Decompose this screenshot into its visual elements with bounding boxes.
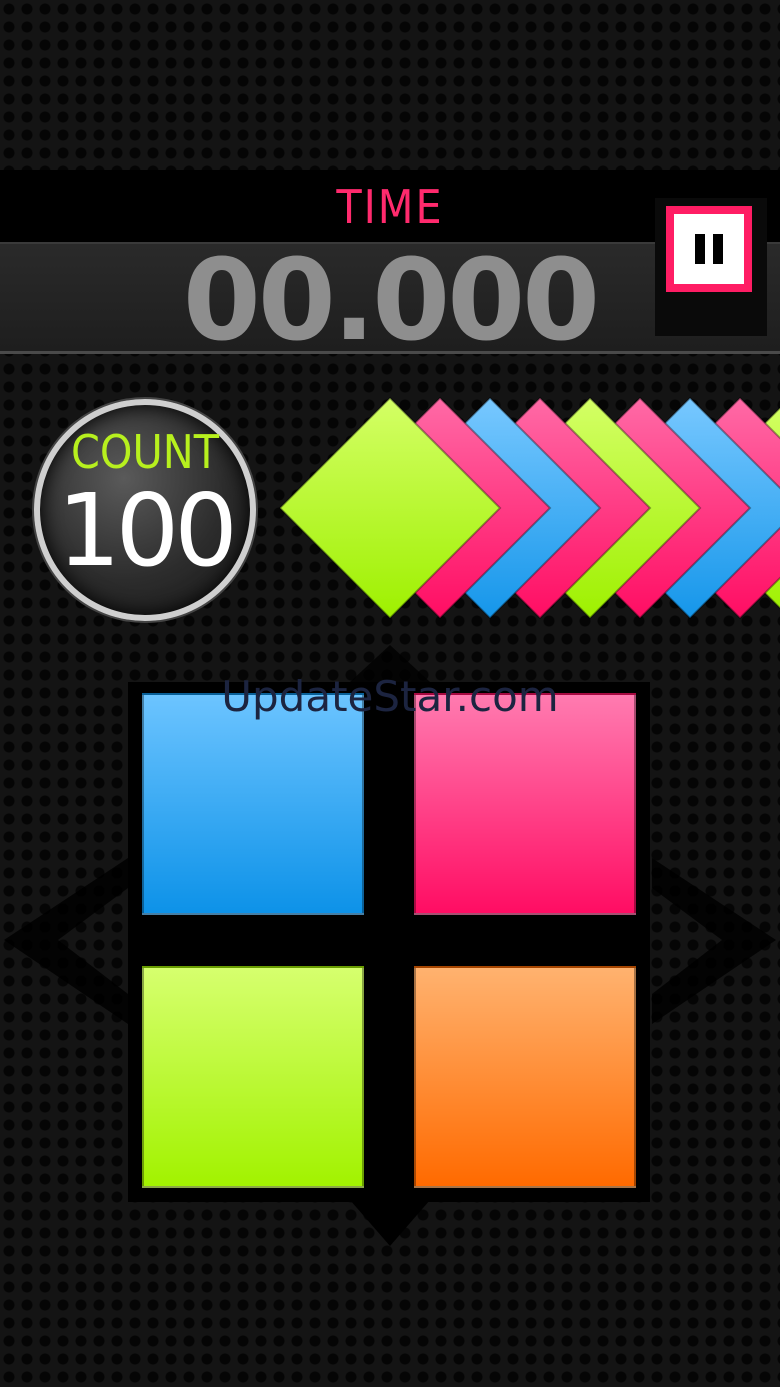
chevron-left-icon (4, 858, 128, 1024)
queue-tile-pink (328, 396, 552, 620)
bottom-notch (350, 1200, 430, 1246)
queue-tile-blue (578, 396, 780, 620)
pad-green[interactable] (142, 966, 364, 1188)
queue-tile-pink (628, 396, 780, 620)
queue-tile-pink (428, 396, 652, 620)
pause-icon (695, 234, 723, 264)
pause-button[interactable] (666, 206, 752, 292)
queue-tile-green (678, 406, 780, 610)
pad-blue[interactable] (142, 693, 364, 915)
top-strip (0, 0, 780, 170)
chevron-right-icon (652, 858, 776, 1024)
queue-tile-green (278, 396, 502, 620)
count-value: 100 (57, 472, 238, 589)
watermark: UpdateStar.com (221, 672, 559, 721)
queue-tile-pink (528, 396, 752, 620)
count-label: COUNT (71, 425, 219, 479)
pad-pink[interactable] (414, 693, 636, 915)
pad-orange[interactable] (414, 966, 636, 1188)
queue-tile-blue (378, 396, 602, 620)
queue-tile-green (478, 396, 702, 620)
